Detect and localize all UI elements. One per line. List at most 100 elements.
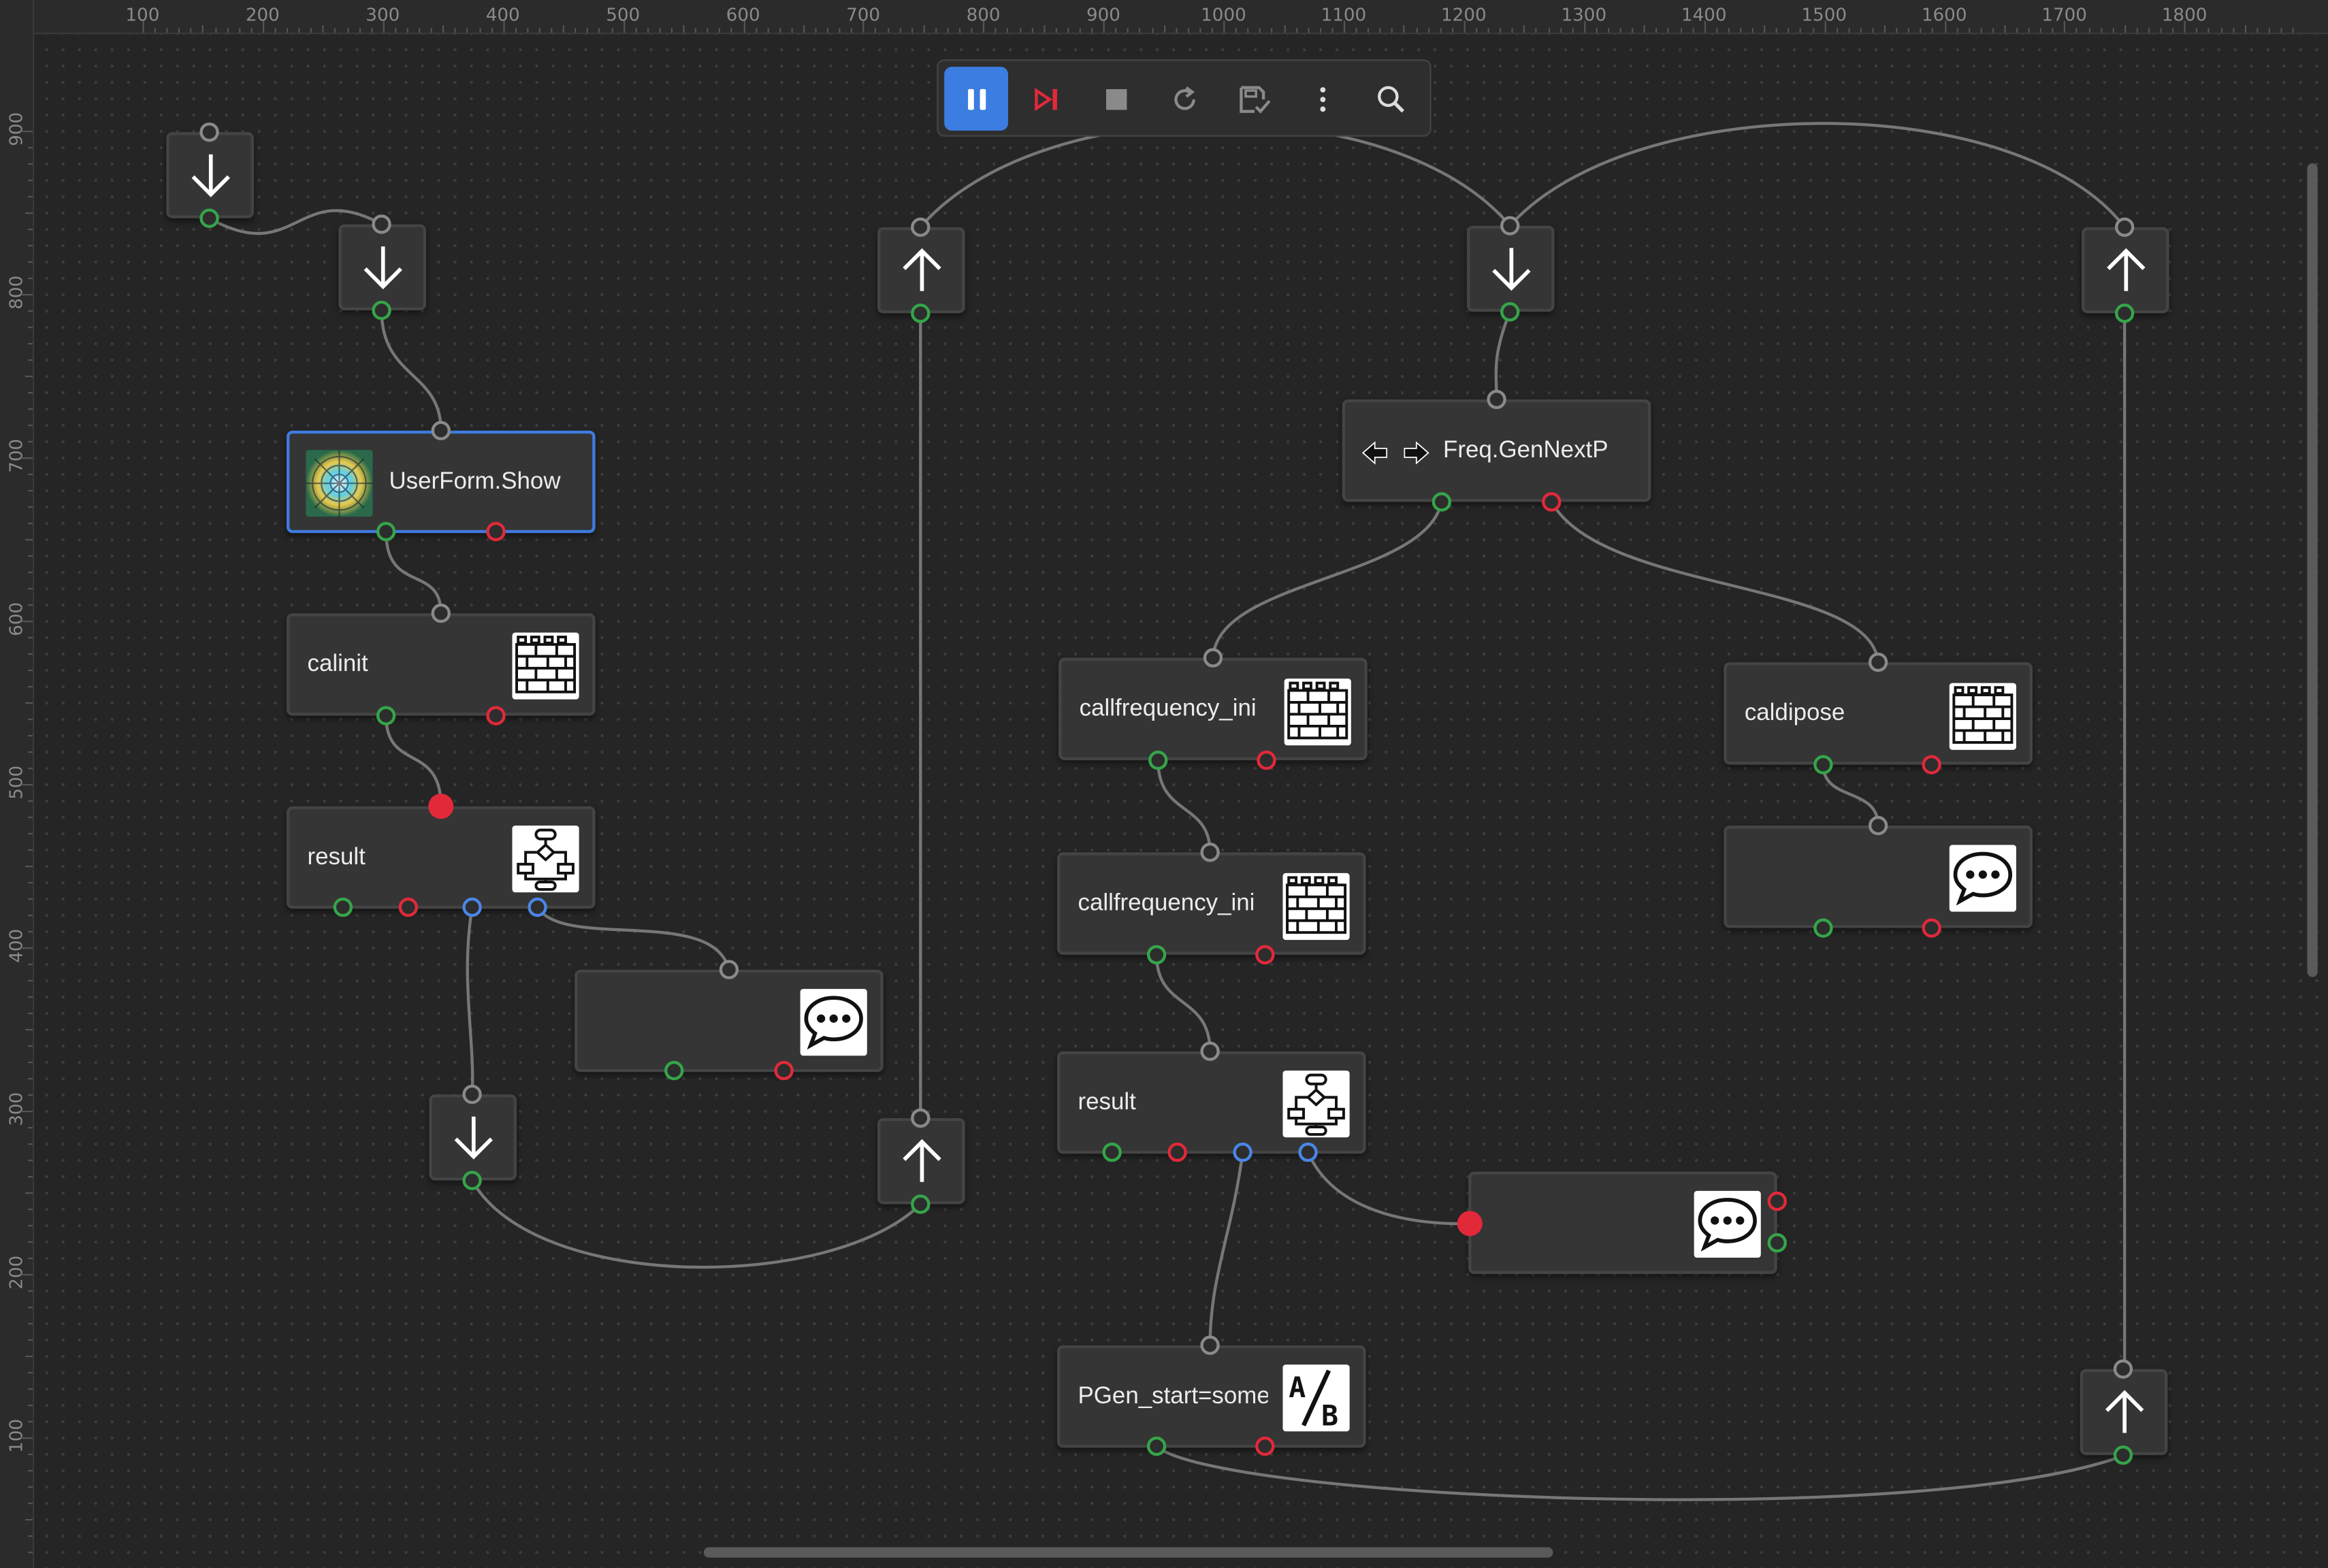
wire	[919, 122, 1511, 229]
error-port[interactable]	[486, 521, 506, 542]
input-port[interactable]	[1868, 652, 1888, 672]
vertical-scrollbar[interactable]	[2307, 163, 2318, 977]
wire	[466, 906, 474, 1095]
error-port[interactable]	[1167, 1142, 1187, 1162]
success-port[interactable]	[664, 1060, 684, 1081]
success-port[interactable]	[1146, 945, 1167, 965]
success-port[interactable]	[1813, 918, 1833, 938]
message-node[interactable]	[1468, 1171, 1777, 1275]
input-port[interactable]	[1200, 1041, 1220, 1061]
success-port[interactable]	[1767, 1233, 1787, 1253]
success-port[interactable]	[376, 521, 396, 542]
success-port[interactable]	[1102, 1142, 1122, 1162]
flowchart-icon	[1282, 1071, 1350, 1138]
input-port[interactable]	[1868, 815, 1888, 836]
input-port[interactable]	[1200, 1335, 1220, 1355]
arrow-down-icon	[453, 1116, 492, 1160]
success-port[interactable]	[911, 304, 931, 323]
restart-button[interactable]	[1152, 67, 1216, 131]
success-port[interactable]	[1148, 750, 1168, 770]
success-port[interactable]	[333, 897, 353, 917]
pgen-start-node[interactable]: PGen_start=some A B	[1056, 1345, 1366, 1448]
goto-up-node[interactable]	[877, 227, 965, 314]
wire	[1157, 760, 1212, 853]
input-port[interactable]	[1203, 648, 1223, 668]
error-port[interactable]	[1922, 918, 1941, 938]
message-node[interactable]	[1724, 826, 2033, 928]
more-button[interactable]	[1290, 67, 1354, 131]
step-button[interactable]	[1014, 67, 1078, 131]
input-port[interactable]	[372, 214, 391, 234]
freq-gennextp-node[interactable]: Freq.GenNextP	[1342, 399, 1651, 502]
success-port[interactable]	[1813, 755, 1833, 774]
input-port[interactable]	[1200, 843, 1220, 862]
error-port[interactable]	[486, 706, 506, 725]
a-over-b-icon: A B	[1282, 1365, 1350, 1432]
result-node[interactable]: result	[286, 806, 596, 909]
breakpoint-port[interactable]	[1457, 1211, 1483, 1237]
goto-down-node[interactable]	[429, 1094, 517, 1181]
error-port[interactable]	[398, 897, 418, 917]
ruler-tick-label: 200	[5, 1255, 27, 1290]
calinit-node[interactable]: calinit	[286, 613, 596, 716]
success-port[interactable]	[462, 1171, 482, 1190]
success-port[interactable]	[372, 300, 391, 321]
svg-text:B: B	[1321, 1400, 1338, 1432]
breakpoint-port[interactable]	[428, 794, 454, 819]
workflow-designer: UserForm.Show calinit result Freq.GenNex…	[0, 0, 2328, 1568]
caldipose-node[interactable]: caldipose	[1724, 662, 2033, 765]
error-port[interactable]	[1542, 492, 1562, 512]
horizontal-scrollbar[interactable]	[703, 1547, 1553, 1558]
goto-up-node[interactable]	[2081, 227, 2169, 314]
success-port[interactable]	[376, 706, 396, 725]
stop-button[interactable]	[1084, 67, 1148, 131]
input-port[interactable]	[911, 1108, 931, 1128]
branch-port[interactable]	[1233, 1142, 1252, 1162]
input-port[interactable]	[911, 217, 931, 238]
error-port[interactable]	[1255, 945, 1275, 965]
input-port[interactable]	[431, 421, 451, 440]
brick-wall-icon	[1949, 683, 2016, 750]
branch-port[interactable]	[1298, 1142, 1318, 1162]
error-port[interactable]	[1767, 1191, 1787, 1211]
input-port[interactable]	[2115, 217, 2135, 238]
input-port[interactable]	[199, 122, 219, 142]
node-label: PGen_start=some	[1078, 1383, 1268, 1409]
callfrequency-node[interactable]: callfrequency_ini	[1056, 852, 1366, 955]
search-button[interactable]	[1359, 67, 1423, 131]
success-port[interactable]	[2113, 1446, 2133, 1465]
result-node[interactable]: result	[1056, 1051, 1366, 1154]
wire	[384, 532, 442, 614]
branch-port[interactable]	[528, 897, 547, 917]
success-port[interactable]	[1500, 302, 1520, 322]
save-check-button[interactable]	[1222, 67, 1286, 131]
success-port[interactable]	[2115, 304, 2135, 323]
success-port[interactable]	[1146, 1436, 1167, 1456]
error-port[interactable]	[1257, 750, 1276, 770]
input-port[interactable]	[431, 603, 451, 623]
input-port[interactable]	[719, 960, 739, 979]
input-port[interactable]	[462, 1084, 482, 1105]
goto-down-node[interactable]	[338, 224, 426, 311]
input-port[interactable]	[1500, 216, 1520, 235]
userform-show-node[interactable]: UserForm.Show	[286, 430, 596, 534]
callfrequency-node[interactable]: callfrequency_ini	[1058, 657, 1368, 761]
success-port[interactable]	[911, 1194, 931, 1214]
goto-up-node[interactable]	[877, 1117, 965, 1205]
success-port[interactable]	[1432, 492, 1452, 512]
error-port[interactable]	[774, 1060, 794, 1081]
ruler-tick-label: 400	[5, 928, 27, 963]
start-node[interactable]	[166, 132, 254, 218]
branch-port[interactable]	[462, 897, 482, 917]
message-node[interactable]	[575, 969, 884, 1073]
goto-up-node[interactable]	[2080, 1369, 2168, 1456]
brick-wall-icon	[1284, 679, 1351, 746]
pause-button[interactable]	[944, 67, 1008, 131]
error-port[interactable]	[1922, 755, 1941, 774]
goto-down-node[interactable]	[1466, 225, 1555, 312]
arrow-down-icon	[363, 246, 402, 290]
input-port[interactable]	[1487, 389, 1506, 410]
error-port[interactable]	[1255, 1436, 1275, 1456]
input-port[interactable]	[2113, 1359, 2133, 1379]
success-port[interactable]	[199, 208, 219, 228]
